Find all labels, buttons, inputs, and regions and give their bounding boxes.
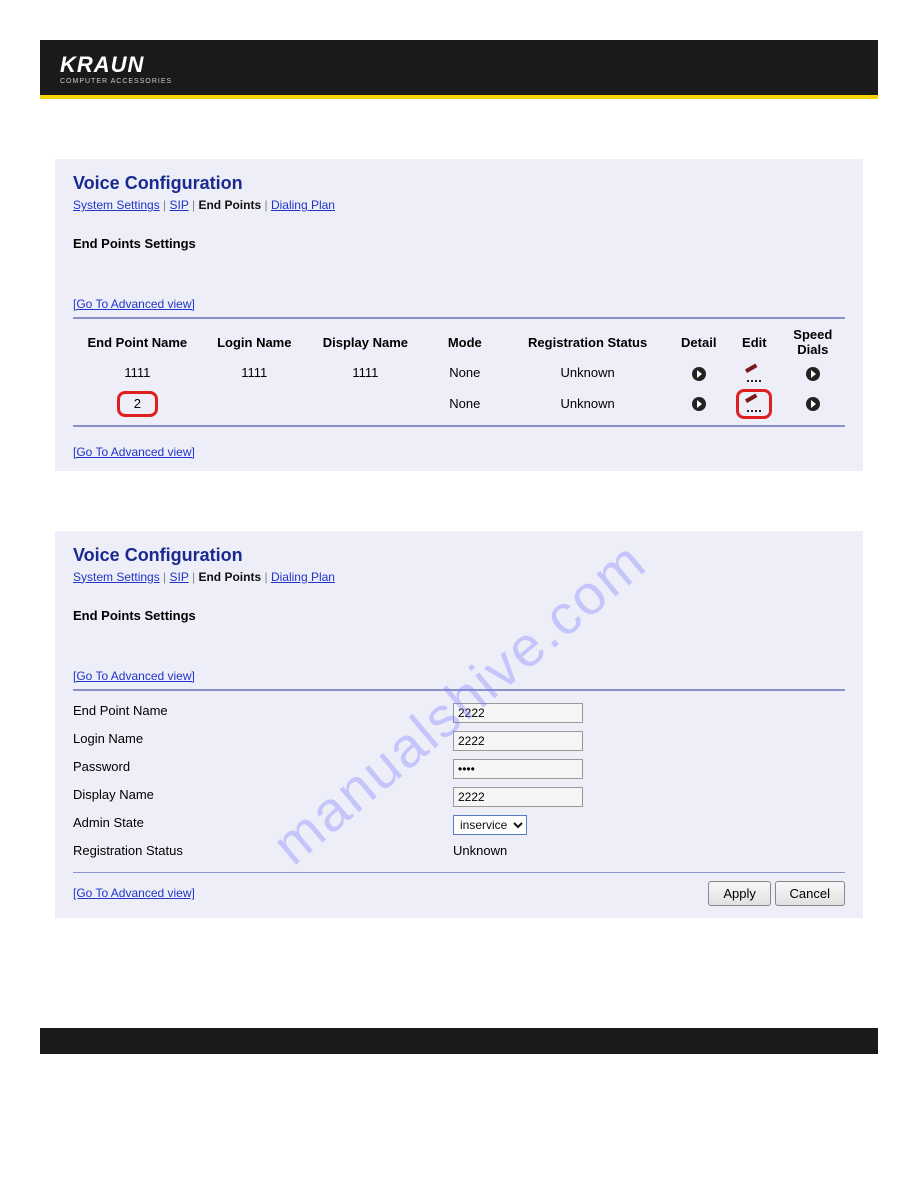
cell-registration-status: Unknown	[506, 385, 670, 423]
tab-sep: |	[163, 198, 166, 212]
table-row: 1111 1111 1111 None Unknown	[73, 361, 845, 385]
endpoint-name-input[interactable]	[453, 703, 583, 723]
divider	[73, 872, 845, 873]
password-input[interactable]	[453, 759, 583, 779]
tab-end-points[interactable]: End Points	[198, 570, 261, 584]
tab-sep: |	[264, 198, 267, 212]
tab-sip[interactable]: SIP	[170, 570, 189, 584]
col-registration-status: Registration Status	[506, 319, 670, 361]
speed-dials-icon[interactable]	[806, 367, 820, 381]
tab-sep: |	[264, 570, 267, 584]
form-row-password: Password	[73, 755, 845, 783]
col-display-name: Display Name	[307, 319, 424, 361]
cancel-button[interactable]: Cancel	[775, 881, 845, 906]
speed-dials-icon[interactable]	[806, 397, 820, 411]
cell-display-name	[307, 385, 424, 423]
table-row: 2 None Unknown	[73, 385, 845, 423]
detail-icon[interactable]	[692, 367, 706, 381]
tab-sep: |	[192, 198, 195, 212]
endpoints-table: End Point Name Login Name Display Name M…	[73, 319, 845, 423]
cell-login-name	[202, 385, 307, 423]
form-row-display-name: Display Name	[73, 783, 845, 811]
detail-icon[interactable]	[692, 397, 706, 411]
edit-icon	[747, 399, 761, 409]
advanced-view-link[interactable]: [Go To Advanced view]	[73, 886, 195, 900]
admin-state-select[interactable]: inservice	[453, 815, 527, 835]
cell-endpoint-name-highlighted: 2	[117, 391, 158, 417]
brand-header: KRAUN COMPUTER ACCESSORIES	[40, 40, 878, 99]
brand-tagline: COMPUTER ACCESSORIES	[60, 78, 858, 85]
table-header-row: End Point Name Login Name Display Name M…	[73, 319, 845, 361]
apply-button[interactable]: Apply	[708, 881, 771, 906]
col-edit: Edit	[728, 319, 781, 361]
tab-dialing-plan[interactable]: Dialing Plan	[271, 570, 335, 584]
divider	[73, 425, 845, 427]
tab-bar: System Settings | SIP | End Points | Dia…	[73, 570, 845, 584]
brand-logo-text: KRAUN	[60, 54, 858, 76]
voice-config-panel-list: Voice Configuration System Settings | SI…	[55, 159, 863, 471]
login-name-input[interactable]	[453, 731, 583, 751]
tab-dialing-plan[interactable]: Dialing Plan	[271, 198, 335, 212]
col-speed-dials: Speed Dials	[781, 319, 845, 361]
cell-display-name: 1111	[307, 361, 424, 385]
cell-login-name: 1111	[202, 361, 307, 385]
col-mode: Mode	[424, 319, 506, 361]
password-label: Password	[73, 759, 453, 779]
panel-title: Voice Configuration	[73, 545, 845, 566]
registration-status-value: Unknown	[453, 843, 507, 858]
voice-config-panel-form: Voice Configuration System Settings | SI…	[55, 531, 863, 918]
advanced-view-link[interactable]: [Go To Advanced view]	[73, 297, 195, 311]
admin-state-label: Admin State	[73, 815, 453, 835]
login-name-label: Login Name	[73, 731, 453, 751]
display-name-label: Display Name	[73, 787, 453, 807]
panel-title: Voice Configuration	[73, 173, 845, 194]
tab-sip[interactable]: SIP	[170, 198, 189, 212]
advanced-view-link[interactable]: [Go To Advanced view]	[73, 445, 195, 459]
advanced-view-link[interactable]: [Go To Advanced view]	[73, 669, 195, 683]
tab-sep: |	[163, 570, 166, 584]
cell-endpoint-name: 1111	[73, 361, 202, 385]
tab-sep: |	[192, 570, 195, 584]
col-login-name: Login Name	[202, 319, 307, 361]
tab-end-points[interactable]: End Points	[198, 198, 261, 212]
cell-mode: None	[424, 361, 506, 385]
tab-bar: System Settings | SIP | End Points | Dia…	[73, 198, 845, 212]
form-row-login-name: Login Name	[73, 727, 845, 755]
section-subtitle: End Points Settings	[73, 608, 845, 623]
cell-registration-status: Unknown	[506, 361, 670, 385]
tab-system-settings[interactable]: System Settings	[73, 198, 160, 212]
section-subtitle: End Points Settings	[73, 236, 845, 251]
form-row-endpoint-name: End Point Name	[73, 699, 845, 727]
form-button-row: [Go To Advanced view] Apply Cancel	[73, 881, 845, 906]
endpoint-name-label: End Point Name	[73, 703, 453, 723]
footer-bar	[40, 1028, 878, 1054]
registration-status-label: Registration Status	[73, 843, 453, 858]
edit-icon[interactable]	[747, 369, 761, 379]
form-row-admin-state: Admin State inservice	[73, 811, 845, 839]
col-detail: Detail	[670, 319, 728, 361]
form-row-registration-status: Registration Status Unknown	[73, 839, 845, 862]
edit-icon-highlighted[interactable]	[736, 389, 772, 419]
cell-mode: None	[424, 385, 506, 423]
tab-system-settings[interactable]: System Settings	[73, 570, 160, 584]
col-endpoint-name: End Point Name	[73, 319, 202, 361]
display-name-input[interactable]	[453, 787, 583, 807]
